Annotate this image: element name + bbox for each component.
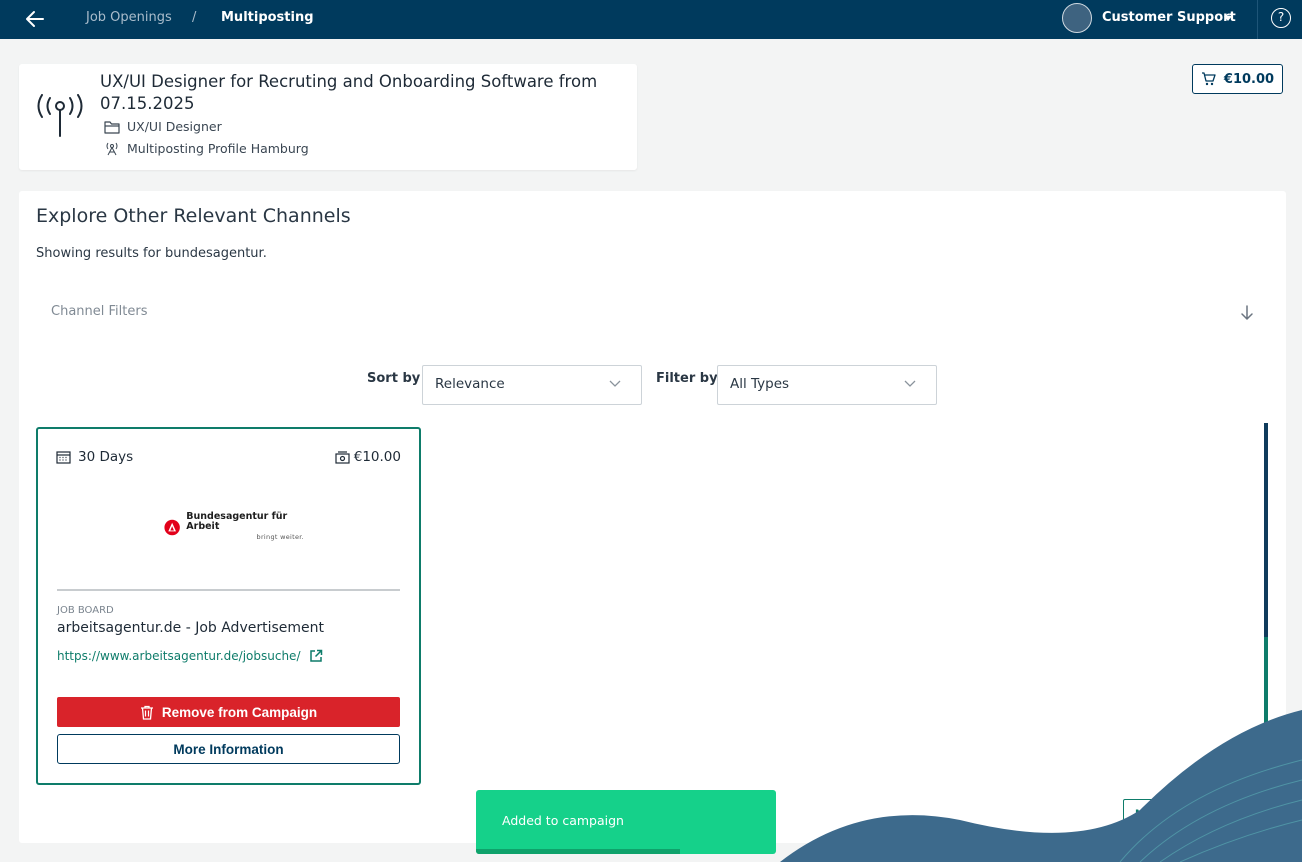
job-category-label: UX/UI Designer <box>127 119 222 134</box>
toast-progress-bar <box>476 849 680 854</box>
channel-duration: 30 Days <box>56 449 133 465</box>
cart-button[interactable]: €10.00 <box>1192 64 1283 94</box>
job-summary-card: UX/UI Designer for Recruting and Onboard… <box>19 64 637 170</box>
sort-by-select[interactable]: Relevance <box>422 365 642 405</box>
chevron-down-icon <box>904 380 916 387</box>
external-link-icon[interactable] <box>309 649 323 663</box>
logo-name: Bundesagentur für Arbeit <box>186 511 288 532</box>
breadcrumb-multiposting: Multiposting <box>221 10 314 25</box>
channel-price: €10.00 <box>335 449 401 465</box>
results-text: Showing results for bundesagentur. <box>36 246 267 261</box>
channel-logo: Bundesagentur für Arbeit bringt weiter. <box>164 511 304 541</box>
broadcast-icon <box>37 94 83 137</box>
help-icon[interactable]: ? <box>1271 8 1291 28</box>
arrow-down-icon[interactable] <box>1239 303 1255 323</box>
top-navigation-bar: Job Openings / Multiposting Customer Sup… <box>0 0 1302 39</box>
antenna-icon <box>106 142 118 155</box>
bundesagentur-logo-icon <box>164 519 180 535</box>
decorative-wave <box>780 710 1302 862</box>
channel-url-link[interactable]: https://www.arbeitsagentur.de/jobsuche/ <box>57 649 323 663</box>
logo-tagline: bringt weiter. <box>256 533 304 541</box>
avatar[interactable] <box>1062 3 1092 33</box>
scrollbar-thumb-top[interactable] <box>1264 423 1268 637</box>
topbar-divider <box>1257 0 1258 39</box>
channel-card: 30 Days €10.00 Bundesagentur für Arbeit … <box>36 427 421 785</box>
filter-by-value: All Types <box>730 376 790 392</box>
channel-type: JOB BOARD <box>57 605 114 616</box>
job-category: UX/UI Designer <box>104 119 222 134</box>
card-divider <box>57 589 400 591</box>
toast-notification: Added to campaign <box>476 790 776 854</box>
user-menu-button[interactable]: Customer Support <box>1102 10 1236 25</box>
cart-total: €10.00 <box>1223 71 1275 87</box>
money-icon <box>335 451 350 464</box>
channel-name: arbeitsagentur.de - Job Advertisement <box>57 620 324 636</box>
job-title: UX/UI Designer for Recruting and Onboard… <box>100 72 598 113</box>
arrow-left-icon[interactable] <box>24 8 46 30</box>
breadcrumb-separator: / <box>192 10 197 25</box>
channel-url[interactable]: https://www.arbeitsagentur.de/jobsuche/ <box>57 649 301 663</box>
remove-label: Remove from Campaign <box>161 704 318 720</box>
chevron-down-icon <box>609 380 621 387</box>
filter-by-select[interactable]: All Types <box>717 365 937 405</box>
filter-by-label: Filter by <box>656 371 718 386</box>
more-information-button[interactable]: More Information <box>57 734 400 764</box>
toast-message: Added to campaign <box>502 813 624 828</box>
job-profile-label: Multiposting Profile Hamburg <box>127 141 309 156</box>
sort-by-value: Relevance <box>435 376 505 392</box>
channel-price-label: €10.00 <box>353 449 401 465</box>
section-title: Explore Other Relevant Channels <box>36 205 351 227</box>
job-profile: Multiposting Profile Hamburg <box>104 141 309 156</box>
cart-icon <box>1201 72 1216 86</box>
folder-icon <box>104 120 120 134</box>
caret-down-icon[interactable] <box>1224 16 1232 21</box>
calendar-icon <box>56 451 71 464</box>
channel-filters-toggle[interactable]: Channel Filters <box>51 304 147 319</box>
remove-from-campaign-button[interactable]: Remove from Campaign <box>57 697 400 727</box>
channel-duration-label: 30 Days <box>78 449 134 465</box>
sort-by-label: Sort by <box>367 371 421 386</box>
trash-icon <box>140 705 153 720</box>
breadcrumb-job-openings[interactable]: Job Openings <box>86 10 172 25</box>
